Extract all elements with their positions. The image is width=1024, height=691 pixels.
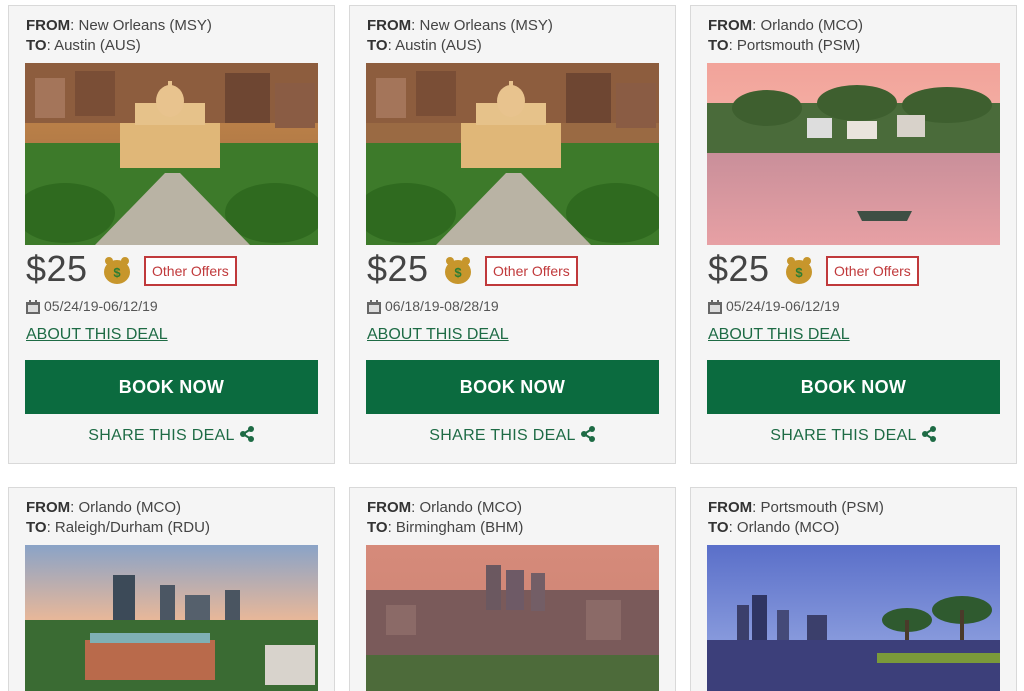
deal-card: FROM: Orlando (MCO) TO: Portsmouth (PSM)… (690, 5, 1017, 464)
about-this-deal-link[interactable]: ABOUT THIS DEAL (367, 326, 509, 344)
calendar-icon (708, 300, 722, 314)
travel-dates: 06/18/19-08/28/19 (367, 298, 499, 314)
price: $25 (708, 248, 770, 289)
share-this-deal-link[interactable]: SHARE THIS DEAL (691, 426, 1016, 445)
route-to: TO: Austin (AUS) (367, 37, 482, 54)
svg-text:$: $ (113, 265, 121, 280)
svg-text:$: $ (795, 265, 803, 280)
route-to: TO: Portsmouth (PSM) (708, 37, 861, 54)
other-offers-button[interactable]: Other Offers (826, 256, 919, 286)
route-from: FROM: Orlando (MCO) (26, 499, 182, 516)
dollar-mascot-icon: $ (104, 257, 130, 284)
dollar-mascot-icon: $ (786, 257, 812, 284)
book-now-button[interactable]: BOOK NOW (366, 360, 659, 414)
destination-photo (707, 63, 1000, 245)
calendar-icon (26, 300, 40, 314)
travel-dates: 05/24/19-06/12/19 (26, 298, 158, 314)
deal-card: FROM: Portsmouth (PSM) TO: Orlando (MCO) (690, 487, 1017, 691)
route-to: TO: Orlando (MCO) (708, 519, 840, 536)
route-from: FROM: Orlando (MCO) (708, 17, 864, 34)
destination-photo (366, 63, 659, 245)
deal-card: FROM: New Orleans (MSY) TO: Austin (AUS)… (8, 5, 335, 464)
route-to: TO: Austin (AUS) (26, 37, 141, 54)
route-to: TO: Birmingham (BHM) (367, 519, 524, 536)
deal-card: FROM: Orlando (MCO) TO: Raleigh/Durham (… (8, 487, 335, 691)
travel-dates: 05/24/19-06/12/19 (708, 298, 840, 314)
svg-text:$: $ (454, 265, 462, 280)
route-from: FROM: New Orleans (MSY) (26, 17, 212, 34)
deal-card: FROM: New Orleans (MSY) TO: Austin (AUS)… (349, 5, 676, 464)
destination-photo (25, 63, 318, 245)
dollar-mascot-icon: $ (445, 257, 471, 284)
route-from: FROM: New Orleans (MSY) (367, 17, 553, 34)
price: $25 (26, 248, 88, 289)
price: $25 (367, 248, 429, 289)
destination-photo (366, 545, 659, 691)
other-offers-button[interactable]: Other Offers (485, 256, 578, 286)
route-from: FROM: Portsmouth (PSM) (708, 499, 884, 516)
about-this-deal-link[interactable]: ABOUT THIS DEAL (26, 326, 168, 344)
share-icon (580, 426, 595, 442)
book-now-button[interactable]: BOOK NOW (25, 360, 318, 414)
destination-photo (707, 545, 1000, 691)
route-to: TO: Raleigh/Durham (RDU) (26, 519, 210, 536)
destination-photo (25, 545, 318, 691)
share-icon (239, 426, 254, 442)
about-this-deal-link[interactable]: ABOUT THIS DEAL (708, 326, 850, 344)
share-this-deal-link[interactable]: SHARE THIS DEAL (9, 426, 334, 445)
calendar-icon (367, 300, 381, 314)
deal-card: FROM: Orlando (MCO) TO: Birmingham (BHM) (349, 487, 676, 691)
route-from: FROM: Orlando (MCO) (367, 499, 523, 516)
book-now-button[interactable]: BOOK NOW (707, 360, 1000, 414)
share-this-deal-link[interactable]: SHARE THIS DEAL (350, 426, 675, 445)
other-offers-button[interactable]: Other Offers (144, 256, 237, 286)
share-icon (921, 426, 936, 442)
